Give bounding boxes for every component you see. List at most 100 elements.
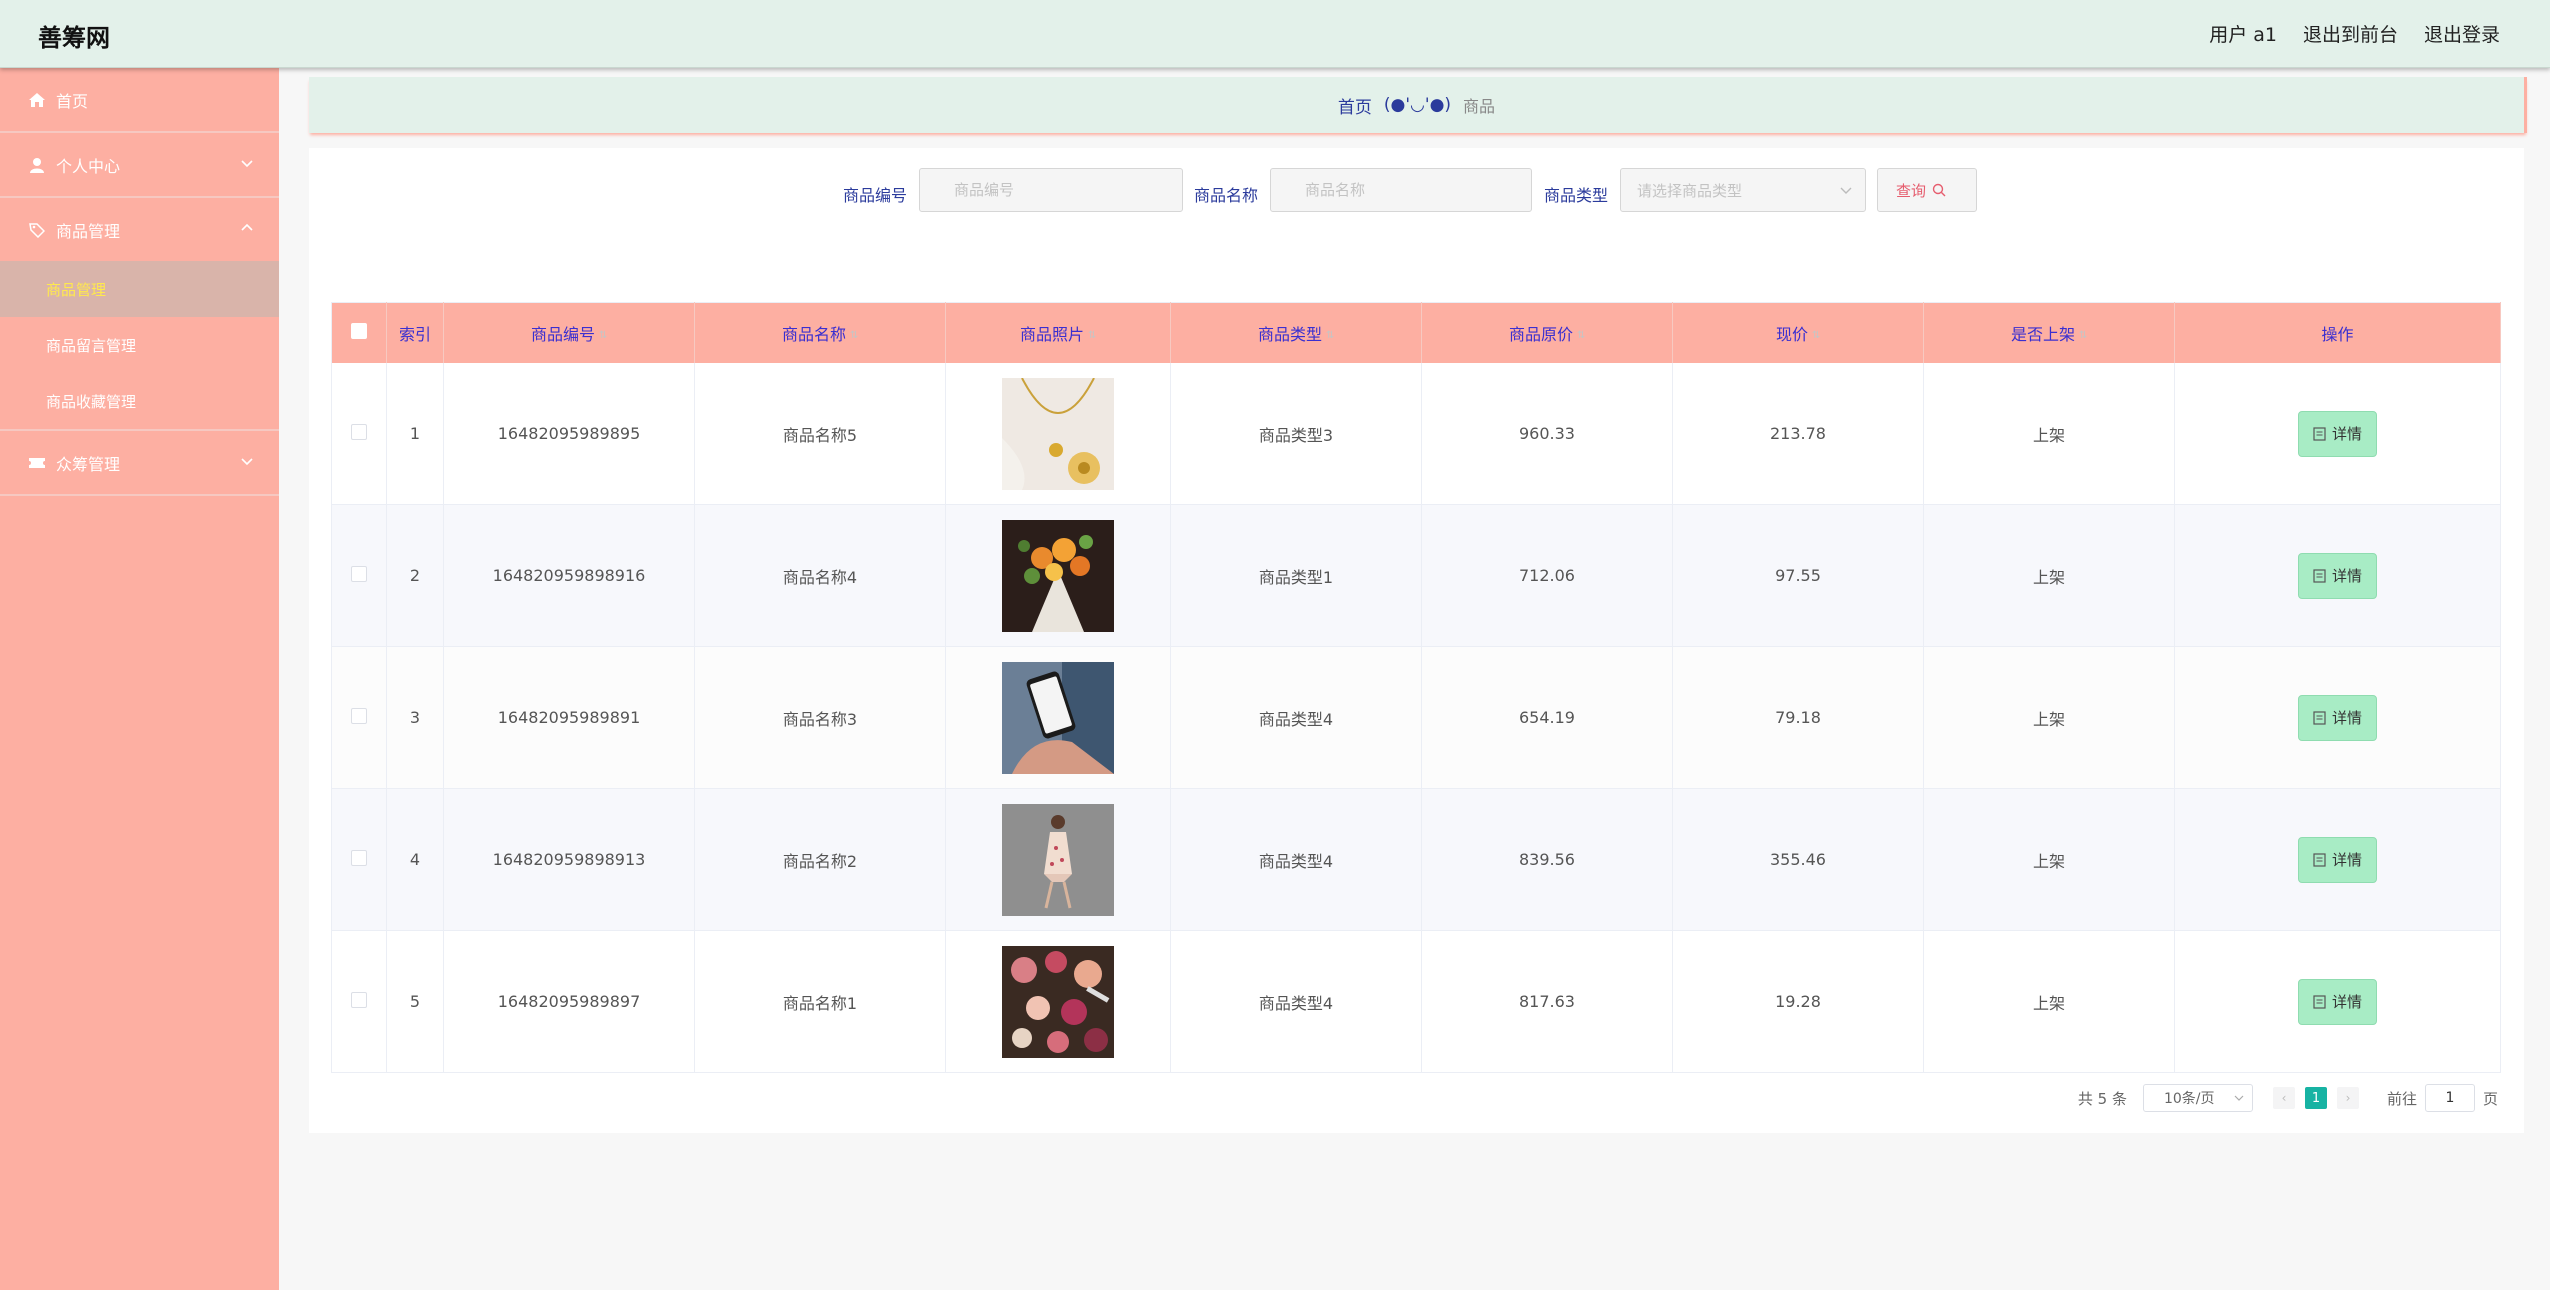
detail-button[interactable]: 详情 [2297, 978, 2377, 1025]
page-size-value: 10条/页 [2163, 1091, 2215, 1107]
sidebar-subitem-goods[interactable]: 商品管理 [0, 261, 279, 317]
query-button[interactable]: 查询 [1877, 168, 1977, 212]
detail-button-label: 详情 [2331, 425, 2362, 443]
product-photo-phone[interactable] [1002, 661, 1114, 774]
prev-page-button[interactable]: ‹ [2272, 1087, 2295, 1109]
row-checkbox[interactable] [351, 565, 367, 582]
name-cell: 商品名称2 [694, 788, 946, 931]
sort-icon: ⇅ [599, 330, 608, 341]
sidebar-item-home[interactable]: 首页 [0, 68, 279, 133]
name-label: 商品名称 [1194, 186, 1259, 205]
next-page-button[interactable]: › [2336, 1087, 2359, 1109]
code-input[interactable] [919, 168, 1183, 212]
top-links: 用户 a1 退出到前台 退出登录 [2209, 20, 2500, 47]
row-checkbox-cell [331, 788, 387, 931]
col-header-label: 商品照片 [1019, 325, 1084, 344]
row-checkbox[interactable] [351, 707, 367, 724]
col-header-label: 商品名称 [781, 325, 846, 344]
col-header[interactable]: 现价 ⇅ [1672, 302, 1924, 363]
col-header[interactable]: 商品编号 ⇅ [443, 302, 695, 363]
goods-submenu: 商品管理 商品留言管理 商品收藏管理 [0, 261, 279, 431]
code-cell: 164820959898916 [443, 504, 695, 647]
goto-label: 前往 [2386, 1089, 2417, 1108]
col-header-label: 是否上架 [2010, 325, 2075, 344]
breadcrumb-separator: (●'◡'●) [1383, 95, 1452, 115]
select-all-checkbox[interactable] [351, 323, 367, 339]
product-photo-dress[interactable] [1002, 803, 1114, 916]
price-cell: 97.55 [1672, 504, 1924, 647]
row-checkbox-cell [331, 930, 387, 1073]
detail-button-label: 详情 [2331, 851, 2362, 869]
front-link[interactable]: 退出到前台 [2303, 20, 2398, 47]
sidebar-item-personal[interactable]: 个人中心 [0, 133, 279, 198]
row-checkbox[interactable] [351, 991, 367, 1008]
document-icon [2313, 710, 2326, 725]
goto-page-input[interactable]: 1 [2424, 1084, 2475, 1112]
photo-cell [945, 930, 1171, 1073]
price-cell: 79.18 [1672, 646, 1924, 789]
main-panel: 商品编号 商品名称 商品类型 请选择商品类型 查询 索引 商品编号 ⇅ 商品名称 ⇅… [309, 148, 2524, 1133]
type-cell: 商品类型1 [1170, 504, 1422, 647]
breadcrumb-home[interactable]: 首页 [1338, 93, 1372, 118]
sort-icon: ⇅ [2079, 330, 2088, 341]
index-cell: 3 [386, 646, 444, 789]
detail-button[interactable]: 详情 [2297, 552, 2377, 599]
chevron-down-icon [241, 160, 253, 168]
type-select-placeholder: 请选择商品类型 [1637, 181, 1743, 200]
detail-button[interactable]: 详情 [2297, 694, 2377, 741]
user-icon [28, 156, 46, 174]
type-select[interactable]: 请选择商品类型 [1620, 168, 1866, 212]
sidebar-item-goods[interactable]: 商品管理 [0, 198, 279, 261]
type-cell: 商品类型3 [1170, 363, 1422, 505]
breadcrumb: 首页 (●'◡'●) 商品 [309, 77, 2527, 133]
col-header-label: 商品类型 [1257, 325, 1322, 344]
page-number-active[interactable]: 1 [2304, 1087, 2327, 1109]
product-photo-cosmetics[interactable] [1002, 945, 1114, 1058]
query-button-label: 查询 [1896, 181, 1927, 200]
index-cell: 4 [386, 788, 444, 931]
name-input[interactable] [1270, 168, 1532, 212]
document-icon [2313, 426, 2326, 441]
col-header[interactable]: 商品类型 ⇅ [1170, 302, 1422, 363]
sidebar-subitem-favorites[interactable]: 商品收藏管理 [0, 373, 279, 429]
select-all-header [331, 302, 387, 363]
photo-cell [945, 788, 1171, 931]
sidebar-item-label: 众筹管理 [56, 454, 121, 474]
orig-price-cell: 712.06 [1421, 504, 1673, 647]
sidebar-subitem-messages[interactable]: 商品留言管理 [0, 317, 279, 373]
photo-cell [945, 646, 1171, 789]
logout-link[interactable]: 退出登录 [2424, 20, 2500, 47]
detail-button[interactable]: 详情 [2297, 410, 2377, 457]
code-cell: 164820959898913 [443, 788, 695, 931]
page-suffix: 页 [2482, 1089, 2498, 1108]
table-row: 1 16482095989895 商品名称5 商品类型3 960.33 213.… [331, 363, 2501, 505]
status-cell: 上架 [1923, 504, 2175, 647]
photo-cell [945, 504, 1171, 647]
code-cell: 16482095989897 [443, 930, 695, 1073]
col-header[interactable]: 商品原价 ⇅ [1421, 302, 1673, 363]
status-cell: 上架 [1923, 646, 2175, 789]
row-checkbox-cell [331, 504, 387, 647]
name-cell: 商品名称3 [694, 646, 946, 789]
col-header[interactable]: 商品照片 ⇅ [945, 302, 1171, 363]
type-cell: 商品类型4 [1170, 646, 1422, 789]
tag-icon [28, 221, 46, 239]
sidebar: 首页 个人中心 商品管理 商品管理 商品留言管理 商品收藏管理 众筹管理 [0, 68, 279, 1290]
col-header[interactable]: 是否上架 ⇅ [1923, 302, 2175, 363]
sidebar-item-crowdfund[interactable]: 众筹管理 [0, 431, 279, 496]
orig-price-cell: 839.56 [1421, 788, 1673, 931]
detail-button[interactable]: 详情 [2297, 836, 2377, 883]
pagination: 共 5 条 10条/页 ‹ 1 › 前往 1 页 [2078, 1083, 2498, 1113]
row-checkbox[interactable] [351, 849, 367, 866]
sort-icon: ⇅ [1326, 330, 1335, 341]
row-checkbox[interactable] [351, 423, 367, 440]
page-size-select[interactable]: 10条/页 [2142, 1084, 2253, 1112]
chevron-down-icon [241, 458, 253, 466]
index-cell: 1 [386, 363, 444, 505]
product-photo-necklace[interactable] [1002, 377, 1114, 490]
product-photo-flowers[interactable] [1002, 519, 1114, 632]
user-name[interactable]: 用户 a1 [2209, 20, 2277, 47]
index-cell: 2 [386, 504, 444, 647]
col-header[interactable]: 商品名称 ⇅ [694, 302, 946, 363]
chevron-down-icon [1840, 187, 1852, 194]
